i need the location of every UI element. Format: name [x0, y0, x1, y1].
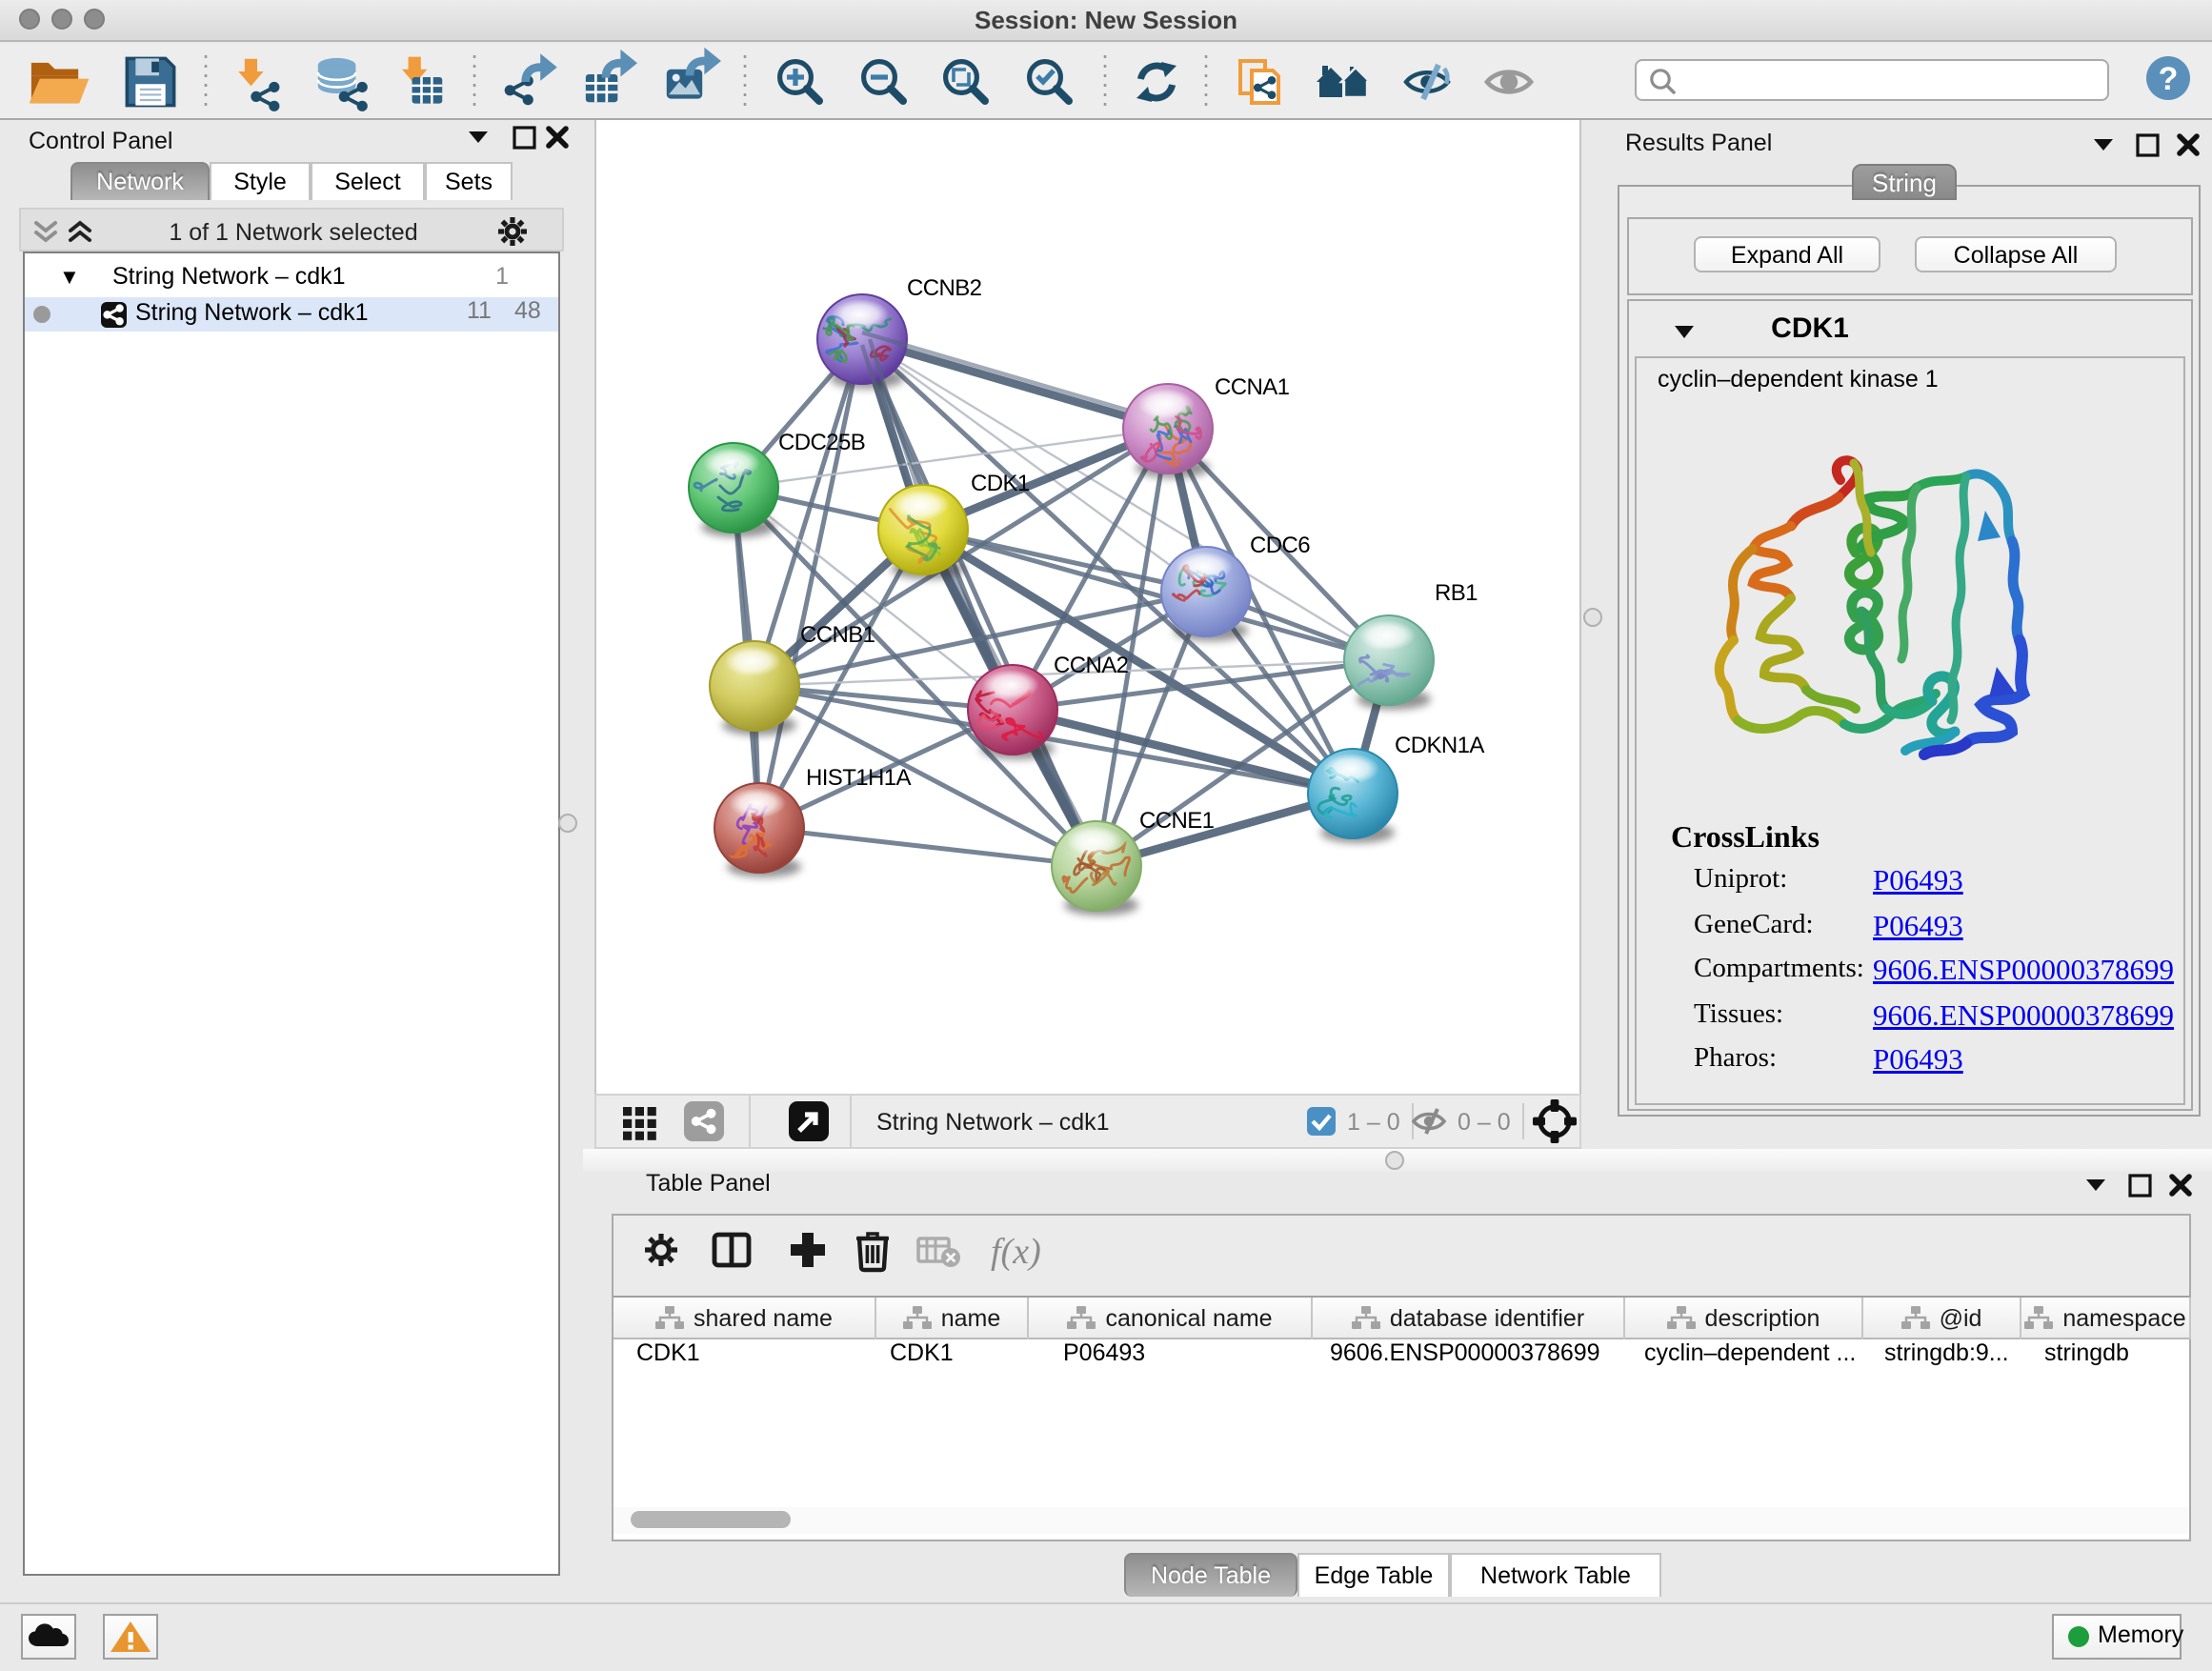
- svg-text:?: ?: [2159, 61, 2179, 97]
- svg-text:HIST1H1A: HIST1H1A: [806, 765, 911, 791]
- svg-text:f(x): f(x): [991, 1232, 1041, 1272]
- svg-text:CDC25B: CDC25B: [778, 430, 865, 455]
- svg-text:CDC6: CDC6: [1250, 533, 1310, 558]
- svg-text:CDKN1A: CDKN1A: [1395, 733, 1484, 758]
- svg-text:String Network – cdk1: String Network – cdk1: [876, 1109, 1110, 1136]
- svg-text:CCNE1: CCNE1: [1139, 808, 1215, 834]
- svg-text:CDK1: CDK1: [971, 471, 1030, 496]
- svg-text:CCNA1: CCNA1: [1215, 374, 1290, 400]
- svg-text:0 – 0: 0 – 0: [1458, 1109, 1511, 1136]
- svg-text:1 – 0: 1 – 0: [1347, 1109, 1400, 1136]
- svg-text:1 of 1 Network selected: 1 of 1 Network selected: [169, 219, 417, 246]
- svg-text:CCNB1: CCNB1: [800, 622, 875, 648]
- svg-text:CCNB2: CCNB2: [907, 275, 982, 301]
- svg-text:RB1: RB1: [1435, 580, 1478, 606]
- svg-text:CCNA2: CCNA2: [1054, 653, 1129, 678]
